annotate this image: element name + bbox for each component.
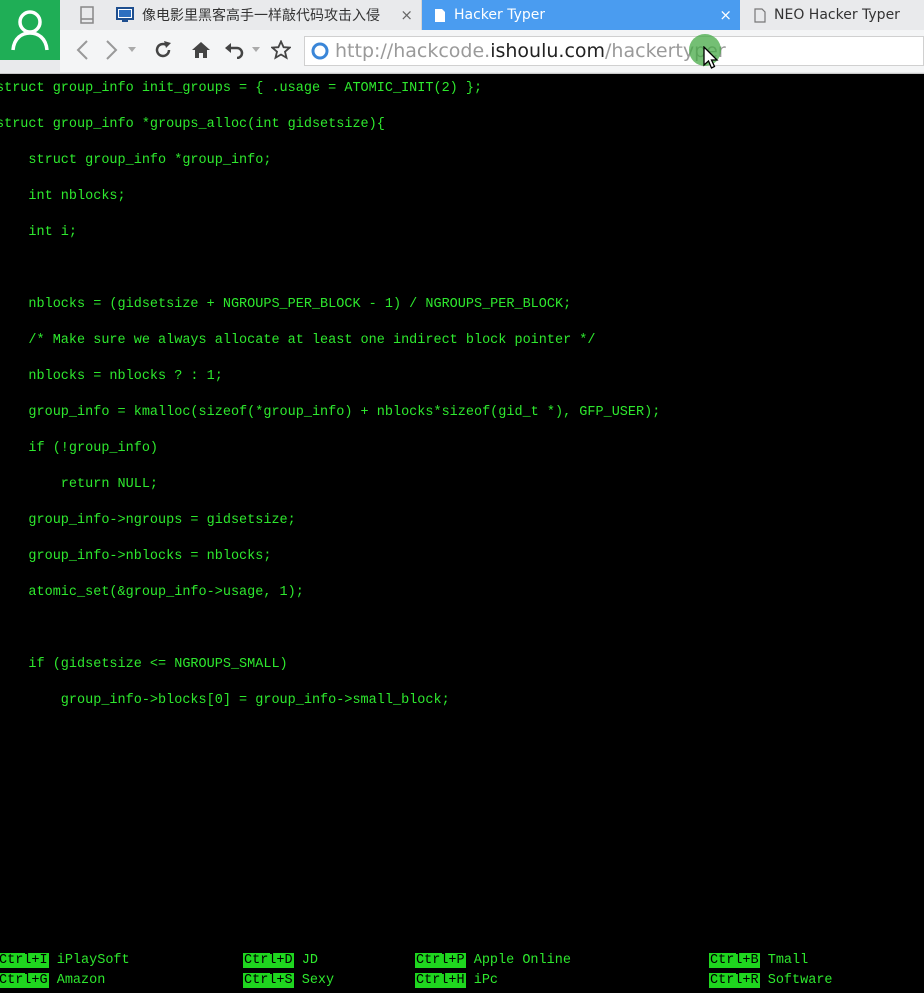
caret-down-icon [128, 47, 136, 52]
home-icon [192, 42, 210, 58]
code-line: int nblocks; [0, 189, 126, 204]
shortcut-bar: Ctrl+I iPlaySoft Ctrl+G Amazon Ctrl+D JD Ct… [0, 951, 924, 993]
mouse-cursor-icon [703, 46, 719, 69]
close-icon[interactable]: × [719, 6, 732, 24]
code-area[interactable]: struct group_info init_groups = { .usage… [0, 74, 924, 734]
shortcut-label: Apple Online [473, 953, 571, 968]
user-avatar[interactable] [0, 0, 60, 60]
shortcut-item[interactable]: Ctrl+D JD [243, 951, 318, 971]
shortcut-key: Ctrl+D [243, 953, 294, 968]
shortcut-item[interactable]: Ctrl+R Software [709, 971, 833, 991]
caret-down-icon [252, 47, 260, 52]
shortcut-item[interactable]: Ctrl+I iPlaySoft [0, 951, 130, 971]
address-bar[interactable]: http://hackcode.ishoulu.com/hackertyper [304, 36, 924, 66]
code-line: int i; [0, 225, 78, 240]
code-line: struct group_info init_groups = { .usage… [0, 81, 483, 96]
code-line: if (!group_info) [0, 441, 159, 456]
code-line: group_info = kmalloc(sizeof(*group_info)… [0, 405, 661, 420]
shortcut-label: Tmall [767, 953, 809, 968]
shortcut-key: Ctrl+P [415, 953, 466, 968]
shortcut-key: Ctrl+B [709, 953, 760, 968]
sidebar-toggle[interactable] [70, 0, 104, 30]
code-line: if (gidsetsize <= NGROUPS_SMALL) [0, 657, 288, 672]
tab-hacker-typer[interactable]: Hacker Typer × [422, 0, 740, 30]
history-dropdown[interactable] [126, 36, 138, 64]
code-line: struct group_info *group_info; [0, 153, 272, 168]
tab-title: Hacker Typer [454, 7, 546, 23]
bookmark-button[interactable] [268, 36, 294, 64]
tab-strip: 像电影里黑客高手一样敲代码攻击入侵 × Hacker Typer × NEO H… [60, 0, 924, 30]
shortcut-item[interactable]: Ctrl+G Amazon [0, 971, 105, 991]
nav-bar: http://hackcode.ishoulu.com/hackertyper [60, 30, 924, 72]
shortcut-label: JD [301, 953, 318, 968]
shortcut-label: iPlaySoft [56, 953, 130, 968]
monitor-icon [116, 7, 134, 22]
shortcut-key: Ctrl+S [243, 973, 294, 988]
globe-icon [311, 42, 329, 60]
shortcut-label: Sexy [301, 973, 335, 988]
shortcut-label: iPc [473, 973, 499, 988]
code-line: return NULL; [0, 477, 159, 492]
shortcut-item[interactable]: Ctrl+H iPc [415, 971, 498, 991]
shortcut-key: Ctrl+G [0, 973, 49, 988]
shortcut-key: Ctrl+H [415, 973, 466, 988]
forward-button[interactable] [100, 36, 124, 64]
shortcut-key: Ctrl+I [0, 953, 49, 968]
tab-neo-hacker-typer[interactable]: NEO Hacker Typer [740, 0, 924, 30]
shortcut-label: Amazon [56, 973, 106, 988]
shortcut-item[interactable]: Ctrl+B Tmall [709, 951, 808, 971]
tab-chinese-article[interactable]: 像电影里黑客高手一样敲代码攻击入侵 × [106, 0, 422, 30]
undo-dropdown[interactable] [250, 36, 262, 64]
chevron-left-icon [76, 40, 88, 60]
refresh-button[interactable] [150, 36, 176, 64]
code-line: group_info->blocks[0] = group_info->smal… [0, 693, 450, 708]
document-icon [435, 8, 445, 22]
code-line: atomic_set(&group_info->usage, 1); [0, 585, 304, 600]
close-icon[interactable]: × [400, 6, 413, 24]
undo-icon [225, 43, 244, 59]
url-domain: ishoulu.com [490, 40, 606, 62]
home-button[interactable] [188, 36, 214, 64]
shortcut-item[interactable]: Ctrl+S Sexy [243, 971, 334, 991]
shortcut-item[interactable]: Ctrl+P Apple Online [415, 951, 571, 971]
code-line: /* Make sure we always allocate at least… [0, 333, 596, 348]
undo-button[interactable] [222, 36, 248, 64]
url-text: http://hackcode.ishoulu.com/hackertyper [335, 40, 726, 62]
back-button[interactable] [70, 36, 94, 64]
user-icon [11, 10, 49, 51]
url-prefix: http://hackcode. [335, 40, 491, 62]
code-line: nblocks = nblocks ? : 1; [0, 369, 223, 384]
shortcut-label: Software [767, 973, 833, 988]
refresh-icon [155, 41, 171, 58]
code-line: group_info->ngroups = gidsetsize; [0, 513, 296, 528]
tab-title: 像电影里黑客高手一样敲代码攻击入侵 [142, 8, 380, 24]
shortcut-key: Ctrl+R [709, 973, 760, 988]
browser-chrome: 像电影里黑客高手一样敲代码攻击入侵 × Hacker Typer × NEO H… [0, 0, 924, 74]
tab-title: NEO Hacker Typer [774, 7, 900, 23]
star-icon [271, 40, 291, 60]
code-line: struct group_info *groups_alloc(int gids… [0, 117, 385, 132]
sidebar-icon [80, 6, 94, 24]
code-line: nblocks = (gidsetsize + NGROUPS_PER_BLOC… [0, 297, 572, 312]
code-line: group_info->nblocks = nblocks; [0, 549, 272, 564]
chevron-right-icon [106, 40, 118, 60]
document-icon [754, 7, 766, 23]
